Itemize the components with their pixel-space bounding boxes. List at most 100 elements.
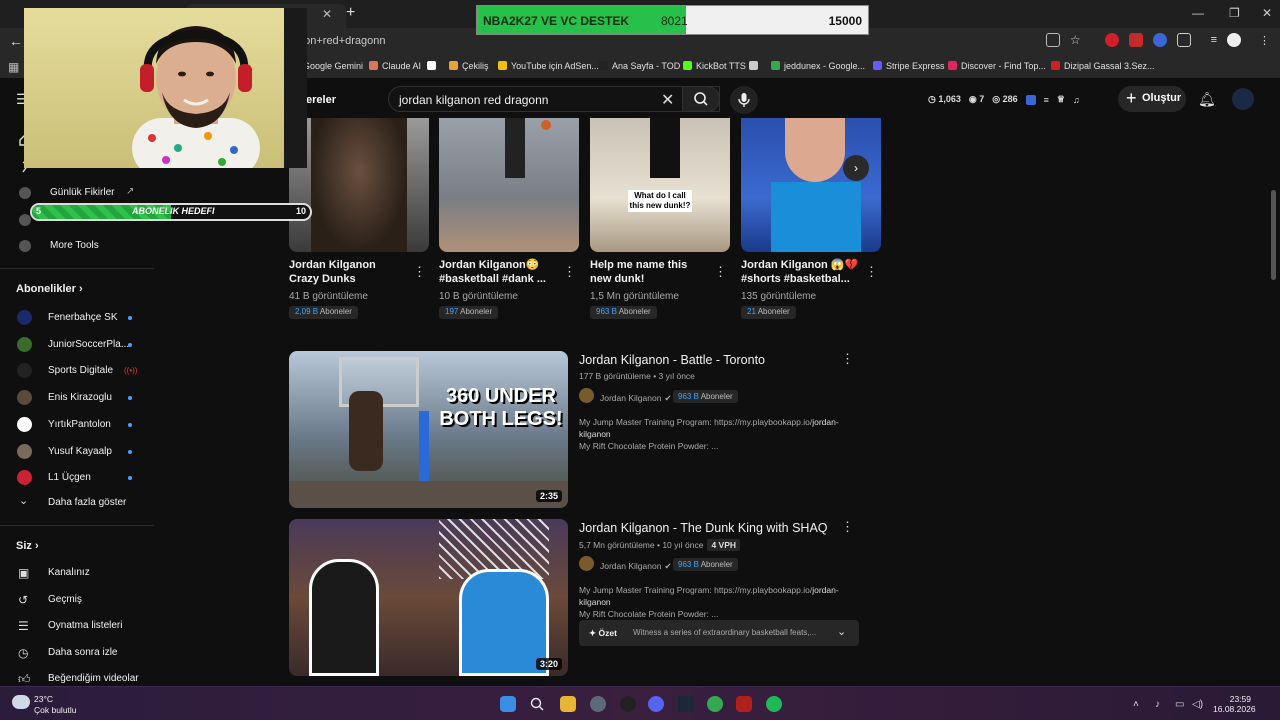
sidebar-item-channel[interactable]: Fenerbahçe SK — [48, 312, 118, 323]
chevron-down-icon[interactable]: ⌄ — [837, 625, 846, 638]
bookmark-item[interactable]: Dizipal Gassal 3.Sez... — [1051, 61, 1155, 71]
tab-close-icon[interactable]: ✕ — [322, 7, 332, 21]
ext-blue-icon[interactable] — [1152, 33, 1167, 47]
sidebar-item-you[interactable]: Kanalınız — [48, 567, 90, 578]
short-card[interactable]: Jordan Kilganon Crazy Dunks 41 B görüntül… — [289, 118, 429, 319]
channel-avatar[interactable] — [17, 310, 32, 325]
weather-temp[interactable]: 23°C — [34, 694, 53, 704]
weather-desc[interactable]: Çok bulutlu — [34, 705, 77, 715]
short-title[interactable]: Jordan Kilganon Crazy Dunks — [289, 258, 407, 286]
sidebar-item-channel[interactable]: JuniorSoccerPla... — [48, 339, 129, 350]
bookmark-item[interactable]: Çekiliş — [449, 61, 489, 71]
small-bell-icon[interactable]: ♫ — [1073, 95, 1080, 105]
more-options-icon[interactable]: ⋮ — [413, 264, 426, 280]
star-icon[interactable]: ☆ — [1070, 33, 1081, 47]
show-more-link[interactable]: Daha fazla göster — [48, 497, 126, 508]
bookmark-item[interactable]: Discover - Find Top... — [948, 61, 1046, 71]
more-options-icon[interactable]: ⋮ — [865, 264, 878, 280]
minimize-icon[interactable]: — — [1192, 6, 1204, 20]
new-tab-icon[interactable]: + — [346, 4, 355, 22]
page-scrollbar[interactable] — [1271, 190, 1276, 280]
short-card[interactable]: What do I call this new dunk!? Help me na… — [590, 118, 730, 319]
sidebar-item-you[interactable]: Geçmiş — [48, 594, 82, 605]
close-window-icon[interactable]: ✕ — [1262, 6, 1272, 20]
sidebar-item-you[interactable]: Daha sonra izle — [48, 647, 117, 658]
tray-mic-icon[interactable]: ♪ — [1155, 699, 1160, 710]
extensions-puzzle-icon[interactable] — [1176, 33, 1191, 47]
app-icon[interactable] — [590, 696, 606, 712]
chrome-icon[interactable] — [707, 696, 723, 712]
create-button[interactable]: + Oluştur — [1118, 86, 1186, 112]
sidebar-item-channel[interactable]: Yusuf Kayaalp — [48, 446, 112, 457]
sidebar-item-channel[interactable]: Enis Kirazoglu — [48, 392, 112, 403]
sidebar-item-channel[interactable]: YırtıkPantolon — [48, 419, 111, 430]
ai-summary-bar[interactable]: ✦ Özet Witness a series of extraordinary … — [579, 620, 859, 646]
trophy-icon[interactable]: ♕ — [1057, 94, 1065, 105]
channel-avatar[interactable] — [17, 336, 32, 352]
list-icon[interactable]: ≡ — [1044, 95, 1049, 105]
sidebar-item-gunluk-fikirler[interactable]: Günlük Fikirler — [50, 187, 114, 198]
short-thumbnail[interactable] — [741, 118, 881, 252]
back-arrow-icon[interactable]: ← — [9, 33, 23, 49]
short-title[interactable]: Jordan Kilganon😳 #basketball #dank ... — [439, 258, 557, 286]
network-icon[interactable]: ▭ — [1175, 699, 1184, 710]
channel-avatar[interactable] — [579, 556, 594, 571]
more-options-icon[interactable]: ⋮ — [563, 264, 576, 280]
channel-name[interactable]: Jordan Kilganon ✔ — [600, 561, 672, 572]
sidebar-item-you[interactable]: Oynatma listeleri — [48, 620, 122, 631]
voice-search-button[interactable] — [730, 86, 758, 114]
bookmark-item[interactable]: YouTube için AdSen... — [498, 61, 599, 71]
video-title[interactable]: Jordan Kilganon - Battle - Toronto — [579, 353, 765, 367]
maximize-icon[interactable]: ❐ — [1229, 6, 1240, 20]
channel-avatar[interactable] — [17, 416, 32, 432]
bookmark-item[interactable]: KickBot TTS — [683, 61, 746, 71]
search-button[interactable] — [682, 86, 720, 112]
steam-icon[interactable] — [678, 696, 694, 712]
short-card[interactable]: Jordan Kilganon 😱💔 #shorts #basketbal...… — [741, 118, 881, 319]
file-explorer-icon[interactable] — [560, 696, 576, 712]
obs-icon[interactable] — [620, 696, 636, 712]
app-shield-icon[interactable] — [736, 696, 752, 712]
install-icon[interactable] — [1045, 33, 1060, 47]
filter-chip[interactable]: ereler — [306, 94, 336, 106]
discord-icon[interactable] — [648, 696, 664, 712]
ext-tube-icon[interactable] — [1128, 33, 1143, 47]
bookmark-item[interactable] — [427, 61, 440, 71]
spotify-icon[interactable] — [766, 696, 782, 712]
bookmark-item[interactable]: jeddunex - Google... — [771, 61, 865, 71]
reading-list-icon[interactable]: ≡ — [1211, 34, 1217, 46]
channel-avatar[interactable] — [17, 443, 32, 459]
bookmark-item[interactable]: Claude AI — [369, 61, 421, 71]
ext-badge-icon[interactable] — [1025, 94, 1036, 105]
sidebar-item-more-tools[interactable]: More Tools — [50, 240, 99, 251]
volume-icon[interactable]: ◁) — [1192, 699, 1203, 710]
video-title[interactable]: Jordan Kilganon - The Dunk King with SHA… — [579, 521, 828, 535]
short-thumbnail[interactable]: What do I call this new dunk!? — [590, 118, 730, 252]
start-icon[interactable] — [500, 696, 516, 712]
video-thumbnail[interactable]: 360 UNDER BOTH LEGS! 2:35 — [289, 351, 568, 508]
subscriptions-heading[interactable]: Abonelikler › — [16, 283, 83, 295]
channel-name[interactable]: Jordan Kilganon ✔ — [600, 393, 672, 404]
video-result[interactable]: 360 UNDER BOTH LEGS! 2:35 Jordan Kilganon … — [289, 351, 859, 508]
channel-avatar[interactable] — [579, 388, 594, 403]
account-avatar[interactable] — [1232, 88, 1254, 110]
you-heading[interactable]: Siz › — [16, 540, 39, 552]
sidebar-item-channel[interactable]: L1 Üçgen — [48, 472, 91, 483]
sidebar-item-channel[interactable]: Sports Digitale — [48, 365, 113, 376]
bookmark-item[interactable] — [749, 61, 762, 71]
apps-grid-icon[interactable]: ▦ — [8, 60, 19, 74]
bookmark-item[interactable]: Ana Sayfa - TOD — [599, 61, 680, 71]
channel-avatar[interactable] — [17, 470, 32, 486]
notifications-bell-icon[interactable]: 🔔︎ — [1198, 91, 1216, 108]
short-title[interactable]: Jordan Kilganon 😱💔 #shorts #basketbal... — [741, 258, 859, 286]
video-thumbnail[interactable]: 3:20 — [289, 519, 568, 676]
profile-icon[interactable] — [1227, 33, 1241, 47]
search-input[interactable]: jordan kilganon red dragonn ✕ — [388, 86, 720, 112]
bookmark-item[interactable]: Stripe Express — [873, 61, 945, 71]
browser-menu-icon[interactable]: ⋮ — [1259, 34, 1270, 47]
chevron-down-icon[interactable]: ⌄ — [19, 494, 28, 507]
more-options-icon[interactable]: ⋮ — [841, 519, 854, 535]
ext-red-icon[interactable] — [1104, 33, 1119, 47]
more-options-icon[interactable]: ⋮ — [841, 351, 854, 367]
sidebar-item-you[interactable]: Beğendiğim videolar — [48, 673, 139, 684]
